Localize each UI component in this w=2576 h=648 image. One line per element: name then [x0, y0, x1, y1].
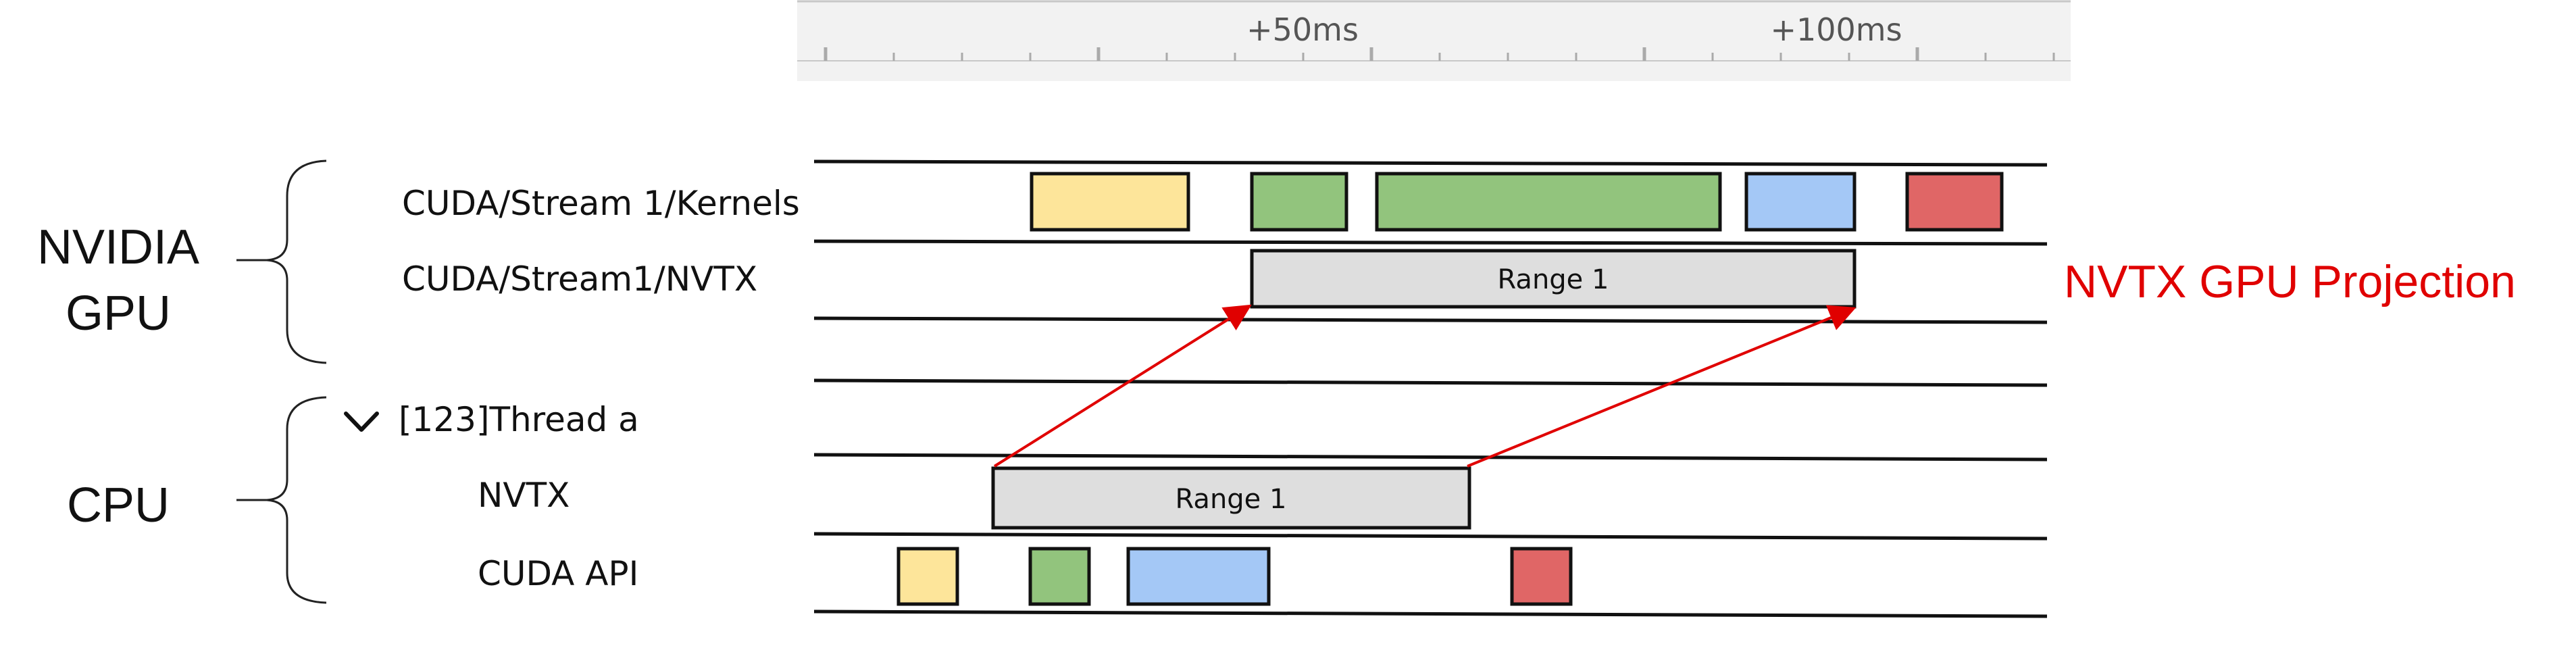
time-ruler: +50ms +100ms	[797, 0, 2071, 81]
group-label-cpu: CPU	[67, 478, 170, 532]
ruler-label-50ms: +50ms	[1246, 11, 1359, 48]
row-label-thread[interactable]: [123]Thread a	[399, 400, 639, 439]
row-line	[813, 609, 2048, 618]
gpu-brace	[236, 159, 327, 364]
row-label-cpu-nvtx: NVTX	[478, 476, 570, 515]
kernel-blocks	[1030, 172, 2004, 232]
row-line	[813, 453, 2048, 462]
cpu-range-label: Range 1	[1176, 484, 1287, 515]
kernel-block-red[interactable]	[1905, 172, 2004, 232]
api-block-red[interactable]	[1510, 547, 1573, 606]
ruler-label-100ms: +100ms	[1770, 11, 1902, 48]
row-line	[813, 239, 2048, 246]
row-line	[813, 159, 2048, 167]
group-label-gpu: GPU	[66, 286, 171, 341]
projection-annotation: NVTX GPU Projection	[2064, 256, 2516, 307]
api-block-green[interactable]	[1028, 547, 1091, 606]
cuda-api-blocks	[896, 547, 1573, 606]
chevron-down-icon[interactable]	[344, 412, 379, 432]
api-block-yellow[interactable]	[896, 547, 959, 606]
cpu-brace	[236, 396, 327, 604]
row-line	[813, 316, 2048, 324]
kernel-block-green-long[interactable]	[1375, 172, 1722, 232]
projection-arrow-end	[1467, 305, 1857, 468]
kernel-block-yellow[interactable]	[1030, 172, 1190, 232]
row-line	[813, 532, 2048, 541]
row-line	[813, 378, 2048, 387]
row-label-cuda-api: CUDA API	[478, 554, 638, 593]
group-label-nvidia: NVIDIA	[37, 220, 199, 274]
kernel-block-green[interactable]	[1250, 172, 1348, 232]
timeline-diagram: +50ms +100ms NVIDIA GPU CPU CUDA/Stream …	[37, 0, 2516, 618]
kernel-block-blue[interactable]	[1744, 172, 1857, 232]
projection-arrow-start	[993, 304, 1252, 468]
row-label-gpu-nvtx: CUDA/Stream1/NVTX	[402, 259, 757, 299]
row-label-kernels: CUDA/Stream 1/Kernels	[402, 184, 800, 223]
gpu-range-label: Range 1	[1498, 264, 1609, 295]
api-block-blue[interactable]	[1126, 547, 1271, 606]
